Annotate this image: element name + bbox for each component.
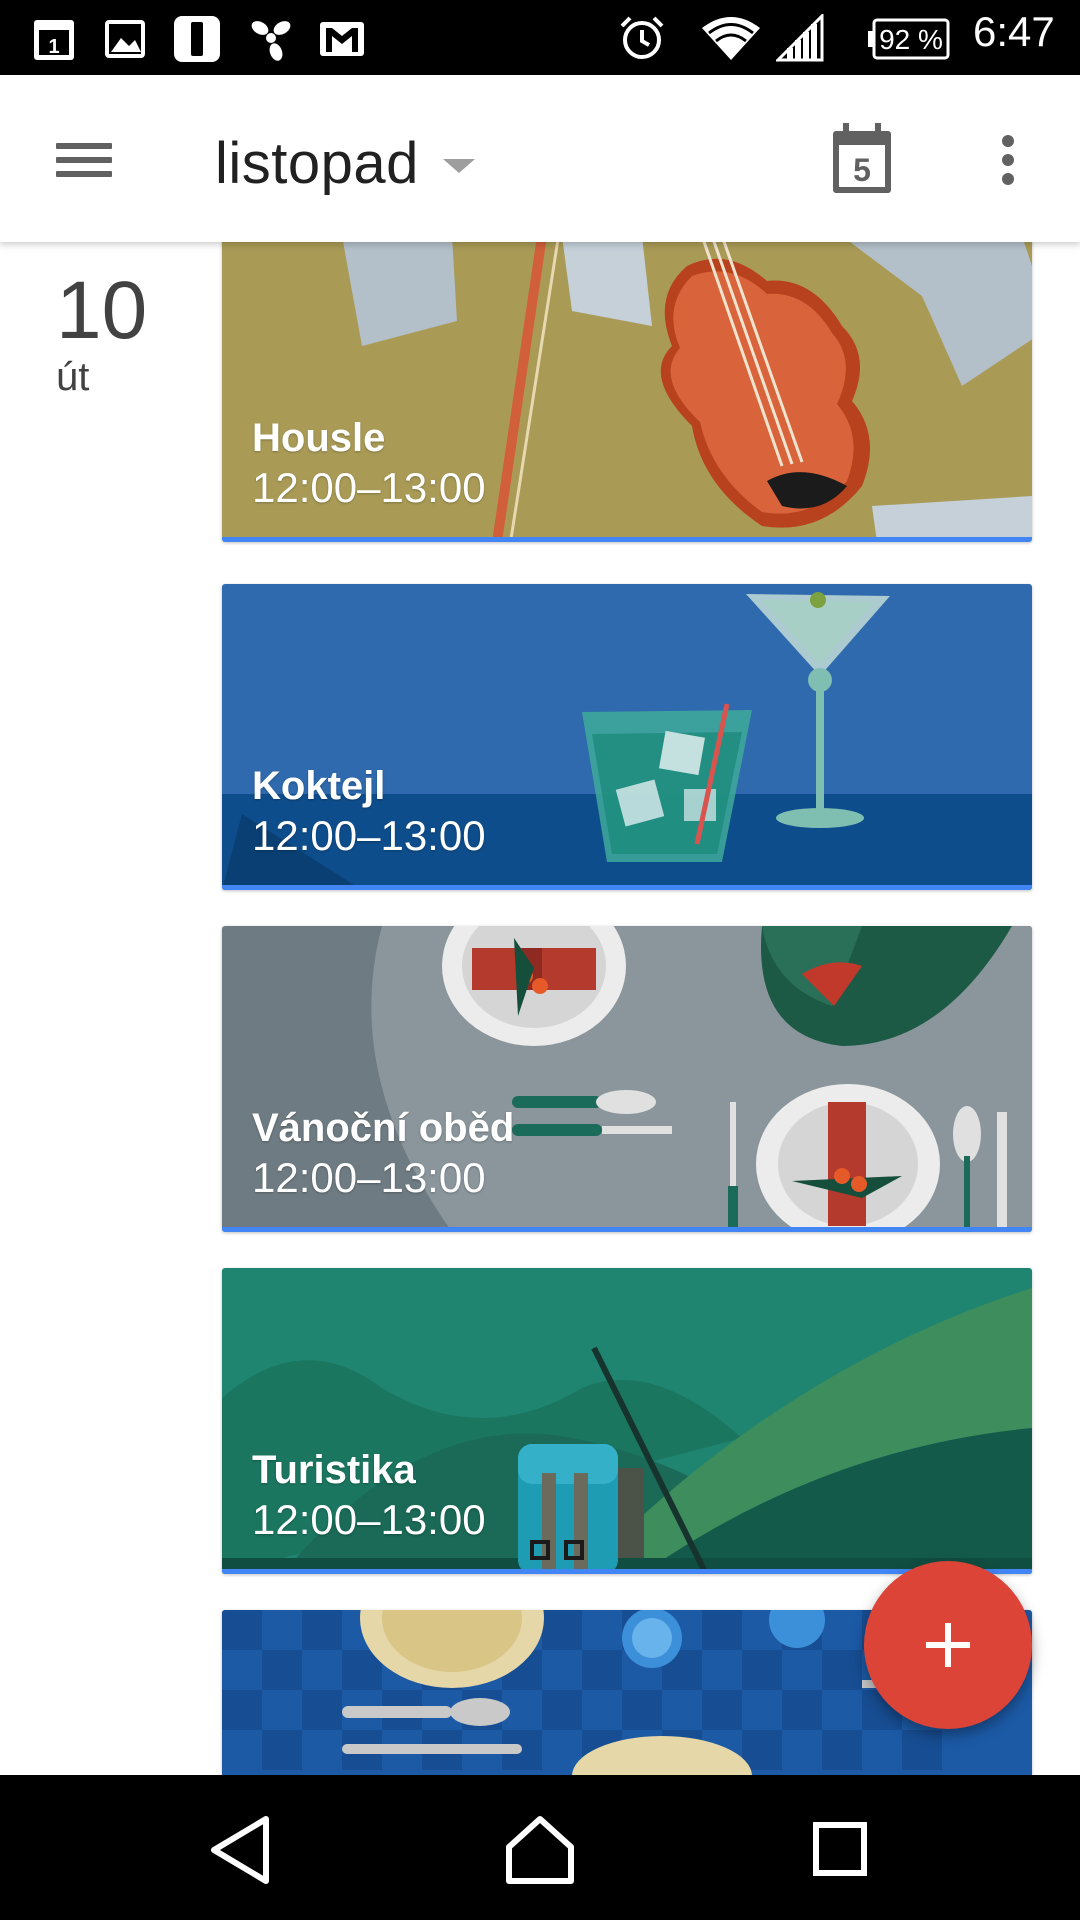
month-selector[interactable]: listopad — [215, 123, 475, 203]
event-title: Housle — [252, 416, 386, 460]
home-icon[interactable] — [495, 1805, 585, 1895]
signal-icon — [776, 14, 824, 62]
event-time: 12:00–13:00 — [252, 1154, 486, 1201]
schedule-list[interactable]: 10 út Housle 12:00–13:00 Koktejl 12:00–1… — [0, 242, 1080, 1775]
event-title: Turistika — [252, 1448, 416, 1492]
add-icon-vertical — [945, 1623, 951, 1667]
gmail-notification-icon — [320, 22, 364, 56]
calendar-today-icon[interactable]: 5 — [825, 117, 905, 205]
more-vert-icon[interactable] — [980, 125, 1036, 195]
menu-icon — [56, 143, 112, 149]
app-bar: listopad 5 — [0, 75, 1080, 242]
calendar-notification-icon: 1 — [34, 20, 74, 60]
day-header: 10 út — [56, 270, 147, 402]
page-title: listopad — [215, 130, 419, 196]
status-time: 6:47 — [973, 8, 1055, 55]
battery-level: 92 % — [879, 24, 943, 55]
alarm-icon — [620, 16, 664, 59]
app-notification-icon — [174, 16, 220, 62]
event-title: Vánoční oběd — [252, 1106, 515, 1150]
event-accent-line — [222, 1227, 1032, 1232]
status-bar: 1 92 % 6:47 — [0, 0, 1080, 75]
event-card[interactable]: Koktejl 12:00–13:00 — [222, 584, 1032, 890]
today-icon-day: 5 — [853, 152, 871, 188]
event-accent-line — [222, 537, 1032, 542]
day-weekday: út — [56, 355, 90, 399]
event-time: 12:00–13:00 — [252, 1496, 486, 1543]
add-event-button[interactable] — [864, 1561, 1032, 1729]
event-card[interactable]: Vánoční oběd 12:00–13:00 — [222, 926, 1032, 1232]
event-time: 12:00–13:00 — [252, 812, 486, 859]
more-dot — [1002, 154, 1014, 166]
image-notification-icon — [105, 20, 145, 58]
calendar-notification-day: 1 — [48, 36, 59, 58]
event-card[interactable]: Turistika 12:00–13:00 — [222, 1268, 1032, 1574]
more-dot — [1002, 173, 1014, 185]
screen: 1 92 % 6:47 listopad 5 10 út Housle 12:0… — [0, 0, 1080, 1920]
menu-icon-line — [56, 171, 112, 177]
navigation-bar — [0, 1775, 1080, 1920]
wifi-icon — [702, 17, 760, 60]
menu-button[interactable] — [40, 115, 128, 203]
fan-notification-icon — [251, 21, 291, 61]
menu-icon-line — [56, 157, 112, 163]
battery-icon: 92 % — [868, 18, 950, 60]
event-title: Koktejl — [252, 764, 386, 808]
recents-icon[interactable] — [796, 1805, 886, 1895]
back-icon[interactable] — [196, 1805, 286, 1895]
event-time: 12:00–13:00 — [252, 464, 486, 511]
more-dot — [1002, 135, 1014, 147]
day-number: 10 — [56, 265, 148, 356]
dropdown-arrow-icon — [442, 159, 475, 173]
event-accent-line — [222, 885, 1032, 890]
event-card[interactable]: Housle 12:00–13:00 — [222, 242, 1032, 542]
